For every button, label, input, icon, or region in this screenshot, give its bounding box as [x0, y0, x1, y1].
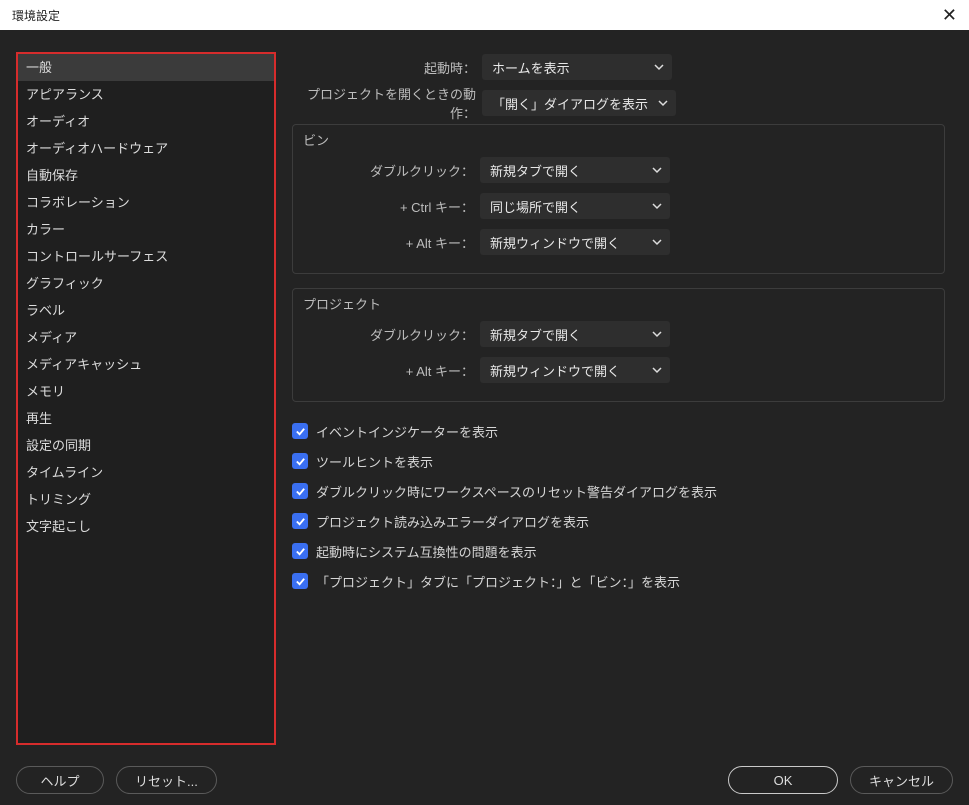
- window-title: 環境設定: [12, 7, 60, 24]
- project-alt-value: 新規ウィンドウで開く: [490, 361, 620, 380]
- dialog-body: 一般 アピアランス オーディオ オーディオハードウェア 自動保存 コラボレーショ…: [0, 30, 969, 755]
- chevron-down-icon: [652, 201, 662, 211]
- bin-ctrl-dropdown[interactable]: 同じ場所で開く: [480, 193, 670, 219]
- check-event-indicator[interactable]: [292, 423, 308, 439]
- bin-dblclick-label: ダブルクリック：: [305, 161, 480, 180]
- sidebar-item-playback[interactable]: 再生: [18, 405, 274, 432]
- chevron-down-icon: [652, 365, 662, 375]
- bin-ctrl-value: 同じ場所で開く: [490, 197, 581, 216]
- chevron-down-icon: [658, 98, 668, 108]
- check-project-tab[interactable]: [292, 573, 308, 589]
- sidebar-item-sync-settings[interactable]: 設定の同期: [18, 432, 274, 459]
- project-fieldset: プロジェクト ダブルクリック： 新規タブで開く + Alt キー： 新規ウィンド…: [292, 288, 945, 402]
- sidebar-item-control-surface[interactable]: コントロールサーフェス: [18, 243, 274, 270]
- check-compat-label: 起動時にシステム互換性の問題を表示: [316, 542, 537, 561]
- startup-value: ホームを表示: [492, 58, 570, 77]
- sidebar-item-memory[interactable]: メモリ: [18, 378, 274, 405]
- chevron-down-icon: [652, 329, 662, 339]
- sidebar-item-graphics[interactable]: グラフィック: [18, 270, 274, 297]
- check-load-error-row: プロジェクト読み込みエラーダイアログを表示: [292, 506, 945, 536]
- bin-alt-label: + Alt キー：: [305, 233, 480, 252]
- chevron-down-icon: [652, 165, 662, 175]
- check-tooltips-row: ツールヒントを表示: [292, 446, 945, 476]
- sidebar-item-appearance[interactable]: アピアランス: [18, 81, 274, 108]
- footer: ヘルプ リセット... OK キャンセル: [0, 755, 969, 805]
- bin-dblclick-dropdown[interactable]: 新規タブで開く: [480, 157, 670, 183]
- bin-dblclick-value: 新規タブで開く: [490, 161, 581, 180]
- project-dblclick-value: 新規タブで開く: [490, 325, 581, 344]
- project-dblclick-label: ダブルクリック：: [305, 325, 480, 344]
- close-icon[interactable]: ✕: [942, 5, 957, 26]
- sidebar-item-collaboration[interactable]: コラボレーション: [18, 189, 274, 216]
- check-load-error[interactable]: [292, 513, 308, 529]
- bin-ctrl-label: + Ctrl キー：: [305, 197, 480, 216]
- sidebar-item-media[interactable]: メディア: [18, 324, 274, 351]
- cancel-button[interactable]: キャンセル: [850, 766, 953, 794]
- chevron-down-icon: [652, 237, 662, 247]
- check-tooltips-label: ツールヒントを表示: [316, 452, 433, 471]
- sidebar-item-color[interactable]: カラー: [18, 216, 274, 243]
- check-tooltips[interactable]: [292, 453, 308, 469]
- check-compat-row: 起動時にシステム互換性の問題を表示: [292, 536, 945, 566]
- category-sidebar: 一般 アピアランス オーディオ オーディオハードウェア 自動保存 コラボレーショ…: [16, 52, 276, 745]
- check-load-error-label: プロジェクト読み込みエラーダイアログを表示: [316, 512, 589, 531]
- sidebar-item-audio-hardware[interactable]: オーディオハードウェア: [18, 135, 274, 162]
- help-button[interactable]: ヘルプ: [16, 766, 104, 794]
- sidebar-item-timeline[interactable]: タイムライン: [18, 459, 274, 486]
- startup-label: 起動時：: [292, 58, 482, 77]
- open-project-value: 「開く」ダイアログを表示: [492, 94, 648, 113]
- sidebar-item-media-cache[interactable]: メディアキャッシュ: [18, 351, 274, 378]
- open-project-row: プロジェクトを開くときの動作： 「開く」ダイアログを表示: [292, 88, 945, 118]
- sidebar-item-transcription[interactable]: 文字起こし: [18, 513, 274, 540]
- startup-dropdown[interactable]: ホームを表示: [482, 54, 672, 80]
- bin-alt-dropdown[interactable]: 新規ウィンドウで開く: [480, 229, 670, 255]
- ok-button[interactable]: OK: [728, 766, 838, 794]
- open-project-dropdown[interactable]: 「開く」ダイアログを表示: [482, 90, 676, 116]
- open-project-label: プロジェクトを開くときの動作：: [292, 84, 482, 122]
- sidebar-item-autosave[interactable]: 自動保存: [18, 162, 274, 189]
- project-legend: プロジェクト: [303, 294, 381, 313]
- titlebar: 環境設定 ✕: [0, 0, 969, 30]
- check-project-tab-label: 「プロジェクト」タブに「プロジェクト：」と「ビン：」を表示: [316, 572, 680, 591]
- check-event-indicator-row: イベントインジケーターを表示: [292, 416, 945, 446]
- check-workspace-reset-label: ダブルクリック時にワークスペースのリセット警告ダイアログを表示: [316, 482, 717, 501]
- settings-panel: 起動時： ホームを表示 プロジェクトを開くときの動作： 「開く」ダイアログを表示…: [292, 52, 953, 745]
- check-event-indicator-label: イベントインジケーターを表示: [316, 422, 498, 441]
- project-alt-dropdown[interactable]: 新規ウィンドウで開く: [480, 357, 670, 383]
- sidebar-item-general[interactable]: 一般: [18, 54, 274, 81]
- check-project-tab-row: 「プロジェクト」タブに「プロジェクト：」と「ビン：」を表示: [292, 566, 945, 596]
- check-workspace-reset-row: ダブルクリック時にワークスペースのリセット警告ダイアログを表示: [292, 476, 945, 506]
- project-alt-label: + Alt キー：: [305, 361, 480, 380]
- sidebar-item-audio[interactable]: オーディオ: [18, 108, 274, 135]
- reset-button[interactable]: リセット...: [116, 766, 217, 794]
- bin-alt-value: 新規ウィンドウで開く: [490, 233, 620, 252]
- bin-fieldset: ビン ダブルクリック： 新規タブで開く + Ctrl キー： 同じ場所で開く +…: [292, 124, 945, 274]
- project-dblclick-dropdown[interactable]: 新規タブで開く: [480, 321, 670, 347]
- bin-legend: ビン: [303, 130, 329, 149]
- check-workspace-reset[interactable]: [292, 483, 308, 499]
- check-compat[interactable]: [292, 543, 308, 559]
- chevron-down-icon: [654, 62, 664, 72]
- sidebar-item-trimming[interactable]: トリミング: [18, 486, 274, 513]
- sidebar-item-label[interactable]: ラベル: [18, 297, 274, 324]
- startup-row: 起動時： ホームを表示: [292, 52, 945, 82]
